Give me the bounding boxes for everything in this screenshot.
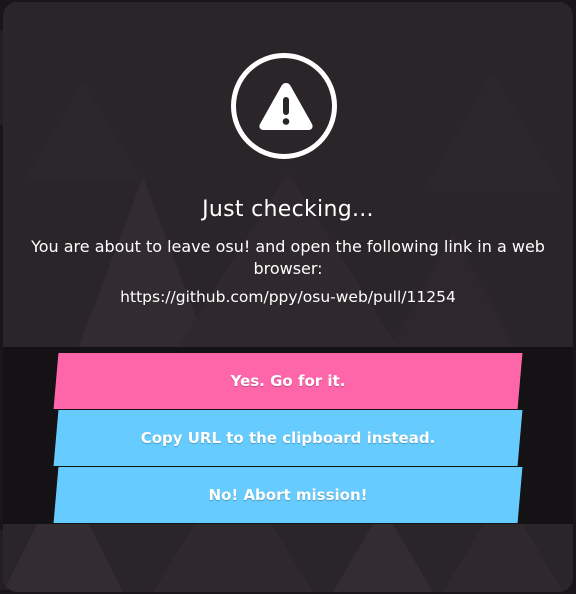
copy-url-button[interactable]: Copy URL to the clipboard instead. [53,410,523,466]
button-label: No! Abort mission! [208,486,368,504]
dialog-title: Just checking... [202,197,374,222]
warning-icon [231,53,337,159]
dialog-message: You are about to leave osu! and open the… [31,237,545,278]
button-label: Copy URL to the clipboard instead. [140,429,436,447]
dialog-link-url: https://github.com/ppy/osu-web/pull/1125… [120,288,456,306]
button-label: Yes. Go for it. [230,372,346,390]
yes-go-for-it-button[interactable]: Yes. Go for it. [53,353,523,409]
abort-mission-button[interactable]: No! Abort mission! [53,467,523,523]
external-link-dialog: Just checking... You are about to leave … [3,2,573,592]
warning-triangle-icon [259,83,313,130]
